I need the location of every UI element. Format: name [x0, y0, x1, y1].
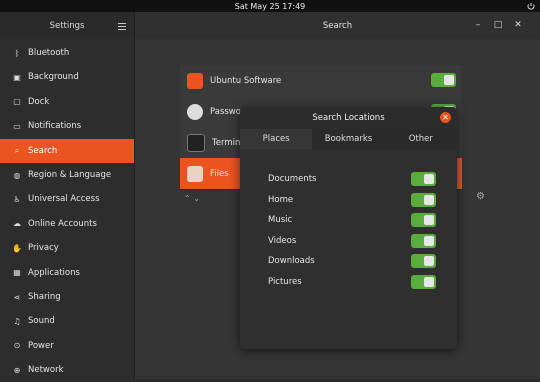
- maximize-icon[interactable]: □: [493, 20, 503, 30]
- dialog-titlebar: Search Locations ✕: [240, 107, 457, 129]
- page-title: Search: [322, 20, 353, 31]
- app-row-ubuntu-software[interactable]: Ubuntu Software: [180, 65, 462, 97]
- tab-other[interactable]: Other: [385, 129, 457, 149]
- location-switch[interactable]: [411, 254, 436, 269]
- globe-icon: ◍: [13, 170, 21, 180]
- sidebar-item-label: Power: [28, 340, 54, 351]
- sidebar: ᛒ Bluetooth ▣ Background ▢ Dock ▭ Notifications…: [0, 39, 135, 379]
- hand-icon: ✋: [12, 243, 22, 253]
- sidebar-header: Settings: [0, 12, 135, 39]
- clock[interactable]: Sat May 25 17:49: [235, 2, 306, 11]
- notifications-icon: ▭: [13, 121, 21, 131]
- main-header: Search – □ ✕: [135, 12, 540, 39]
- search-icon: ⌕: [14, 145, 20, 155]
- sidebar-item-label: Universal Access: [28, 194, 100, 205]
- sidebar-item-power[interactable]: ⊙ Power: [0, 334, 134, 358]
- sidebar-item-universal-access[interactable]: ♿ Universal Access: [0, 187, 134, 211]
- sidebar-title: Settings: [49, 20, 85, 31]
- sidebar-item-label: Background: [28, 72, 79, 83]
- sidebar-item-applications[interactable]: ▦ Applications: [0, 261, 134, 285]
- settings-window: Settings Search – □ ✕ ᛒ Bluetooth ▣ Backgro…: [0, 12, 540, 379]
- location-label: Music: [268, 215, 293, 226]
- sidebar-item-sharing[interactable]: ⋖ Sharing: [0, 285, 134, 309]
- sidebar-item-privacy[interactable]: ✋ Privacy: [0, 236, 134, 260]
- sidebar-item-notifications[interactable]: ▭ Notifications: [0, 114, 134, 138]
- sidebar-item-label: Notifications: [28, 121, 82, 132]
- gear-icon[interactable]: ⚙: [476, 192, 486, 202]
- tab-places[interactable]: Places: [240, 129, 313, 149]
- sidebar-item-label: Dock: [28, 96, 50, 107]
- location-row-downloads: Downloads: [268, 254, 436, 269]
- minimize-icon[interactable]: –: [473, 20, 483, 30]
- sidebar-item-label: Region & Language: [28, 170, 112, 180]
- files-icon: [187, 165, 203, 182]
- location-label: Pictures: [268, 277, 302, 287]
- sidebar-item-network[interactable]: ⊕ Network: [0, 358, 134, 382]
- dialog-close-icon[interactable]: ✕: [440, 112, 451, 123]
- location-switch[interactable]: [411, 275, 436, 289]
- ubuntu-software-icon: [187, 72, 203, 89]
- passwords-keys-icon: [187, 103, 203, 120]
- top-bar: Sat May 25 17:49: [0, 0, 540, 12]
- cloud-icon: ☁: [13, 219, 21, 229]
- location-label: Documents: [268, 174, 317, 184]
- location-row-pictures: Pictures: [268, 275, 436, 289]
- location-label: Downloads: [268, 256, 315, 267]
- music-note-icon: ♫: [13, 316, 21, 326]
- app-label: Files: [210, 168, 229, 179]
- close-icon[interactable]: ✕: [513, 20, 523, 30]
- dock-icon: ▢: [13, 97, 21, 107]
- accessibility-icon: ♿: [13, 194, 21, 204]
- location-label: Home: [268, 194, 294, 205]
- search-locations-dialog: Search Locations ✕ Places Bookmarks Other …: [240, 107, 457, 349]
- sidebar-item-label: Online Accounts: [28, 218, 97, 229]
- app-label: Ubuntu Software: [210, 75, 282, 86]
- location-switch[interactable]: [411, 192, 436, 207]
- bluetooth-icon: ᛒ: [14, 48, 20, 58]
- location-switch[interactable]: [411, 233, 436, 248]
- sidebar-item-dock[interactable]: ▢ Dock: [0, 90, 134, 114]
- dialog-title: Search Locations: [312, 113, 385, 123]
- sidebar-item-label: Sharing: [28, 292, 61, 302]
- sidebar-item-online-accounts[interactable]: ☁ Online Accounts: [0, 212, 134, 236]
- power-menu-icon[interactable]: [526, 2, 536, 10]
- sidebar-item-label: Network: [28, 365, 64, 376]
- sidebar-item-label: Sound: [28, 316, 55, 327]
- places-list: Documents Home Music Videos Downloads Picture…: [240, 149, 457, 349]
- sidebar-item-background[interactable]: ▣ Background: [0, 65, 134, 89]
- location-row-music: Music: [268, 213, 436, 228]
- dialog-tabs: Places Bookmarks Other: [240, 129, 457, 149]
- share-icon: ⋖: [13, 292, 21, 302]
- sidebar-item-label: Applications: [28, 267, 80, 278]
- tab-bookmarks[interactable]: Bookmarks: [312, 129, 384, 149]
- app-search-switch[interactable]: [431, 73, 456, 87]
- power-icon: ⊙: [13, 341, 21, 351]
- location-row-home: Home: [268, 192, 436, 207]
- network-icon: ⊕: [13, 365, 21, 375]
- location-label: Videos: [268, 235, 297, 246]
- sidebar-item-bluetooth[interactable]: ᛒ Bluetooth: [0, 41, 134, 65]
- location-row-documents: Documents: [268, 172, 436, 186]
- reorder-arrows[interactable]: ⌃ ⌄: [184, 194, 200, 203]
- sidebar-item-label: Privacy: [28, 243, 59, 254]
- sidebar-item-region-language[interactable]: ◍ Region & Language: [0, 163, 134, 187]
- background-icon: ▣: [13, 72, 21, 82]
- sidebar-item-search[interactable]: ⌕ Search: [0, 138, 134, 163]
- location-switch[interactable]: [411, 213, 436, 228]
- sidebar-item-label: Bluetooth: [28, 48, 70, 58]
- terminal-icon: [187, 133, 205, 152]
- sidebar-item-label: Search: [28, 145, 58, 156]
- location-switch[interactable]: [411, 172, 436, 186]
- location-row-videos: Videos: [268, 233, 436, 248]
- sidebar-item-sound[interactable]: ♫ Sound: [0, 309, 134, 333]
- applications-icon: ▦: [13, 268, 21, 278]
- hamburger-menu-icon[interactable]: [118, 21, 126, 30]
